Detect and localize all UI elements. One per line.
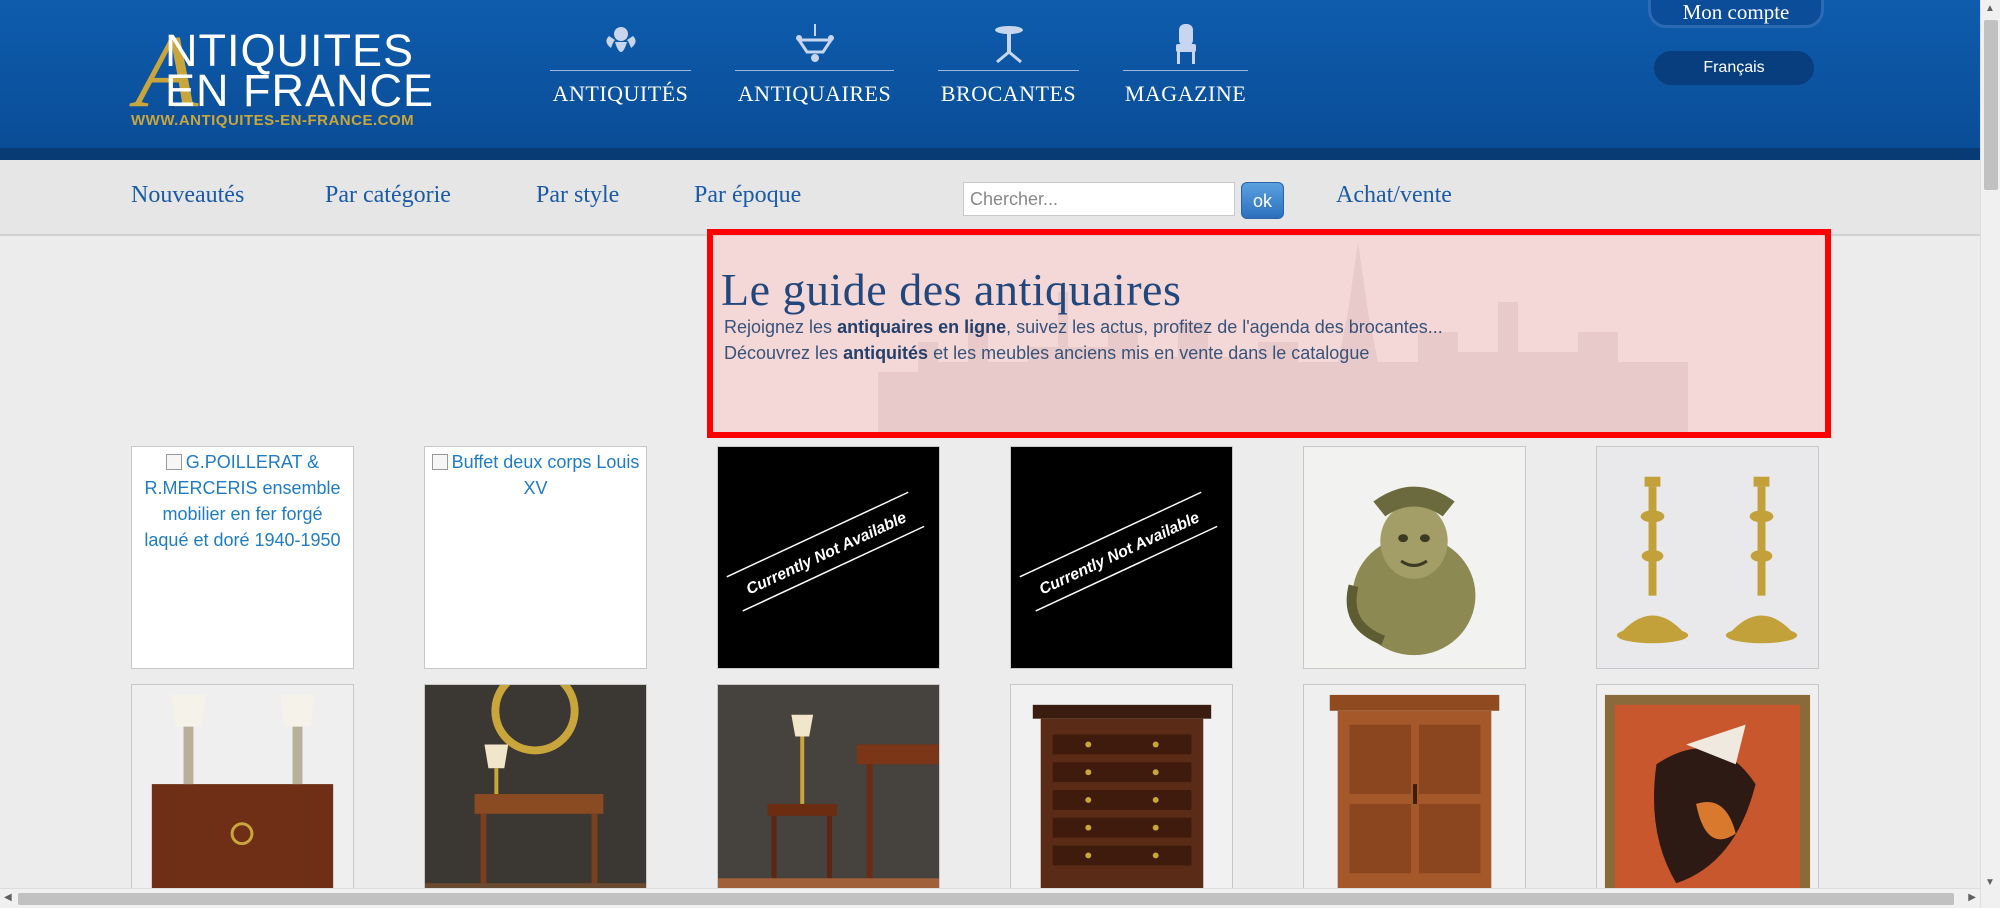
- account-button[interactable]: Mon compte: [1648, 0, 1824, 28]
- nav-rule: [550, 70, 691, 71]
- product-photo-chest-of-drawers: [1032, 704, 1212, 903]
- scroll-up-arrow-icon[interactable]: ▲: [1985, 3, 1995, 14]
- product-image-broken: Buffet deux corps Louis XV: [425, 447, 646, 503]
- subnav-par-epoque[interactable]: Par époque: [694, 182, 801, 209]
- nav-rule: [938, 70, 1079, 71]
- product-card[interactable]: [424, 684, 647, 907]
- unavailable-image: Currently Not Available: [1019, 491, 1218, 612]
- subnav-nouveautes[interactable]: Nouveautés: [131, 182, 244, 209]
- product-card[interactable]: Buffet deux corps Louis XV: [424, 446, 647, 669]
- product-photo-desk-and-table: [718, 714, 939, 906]
- armchair-icon: [1123, 22, 1248, 66]
- subnav-achat-vente[interactable]: Achat/vente: [1336, 182, 1452, 209]
- nav-label: ANTIQUAIRES: [737, 81, 892, 106]
- chandelier-icon: [735, 22, 894, 66]
- guide-text-1: Rejoignez les antiquaires en ligne, suiv…: [724, 317, 1443, 337]
- svg-text:Currently Not Available: Currently Not Available: [1037, 509, 1203, 598]
- subnav-par-categorie[interactable]: Par catégorie: [325, 182, 451, 209]
- vertical-scroll-thumb[interactable]: [1984, 20, 1998, 190]
- scroll-down-arrow-icon[interactable]: ▼: [1985, 877, 1995, 888]
- nav-rule: [735, 70, 894, 71]
- search-button[interactable]: ok: [1241, 182, 1284, 219]
- nav-label: ANTIQUITÉS: [552, 81, 689, 106]
- broken-image-icon: [431, 454, 448, 470]
- nav-rule: [1123, 70, 1248, 71]
- sub-nav: Nouveautés Par catégorie Par style Par é…: [0, 160, 1980, 236]
- gueridon-table-icon: [938, 22, 1079, 66]
- cherub-icon: [550, 22, 691, 66]
- vertical-scrollbar[interactable]: ▲ ▼: [1980, 0, 2000, 908]
- nav-label: MAGAZINE: [1124, 81, 1247, 106]
- search-input[interactable]: Chercher...: [963, 182, 1235, 216]
- product-photo-candlesticks: [1616, 476, 1798, 644]
- product-card[interactable]: [1303, 446, 1526, 669]
- nav-label: BROCANTES: [940, 81, 1077, 106]
- nav-magazine[interactable]: MAGAZINE: [1123, 22, 1248, 107]
- product-photo-wooden-cabinet: [1329, 694, 1500, 906]
- language-selector[interactable]: Français: [1654, 51, 1814, 85]
- main-nav: ANTIQUITÉS ANTIQUAIRES BROCANTES MAGAZIN…: [550, 22, 1292, 107]
- guide-text-2: Découvrez les antiquités et les meubles …: [724, 343, 1370, 363]
- product-card[interactable]: [717, 684, 940, 907]
- product-card[interactable]: [1596, 446, 1819, 669]
- guide-title: Le guide des antiquaires: [721, 264, 1182, 315]
- product-image-broken: G.POILLERAT & R.MERCERIS ensemble mobili…: [144, 452, 341, 550]
- broken-image-icon: [165, 454, 182, 470]
- nav-brocantes[interactable]: BROCANTES: [938, 22, 1079, 107]
- scroll-left-arrow-icon[interactable]: ◀: [4, 892, 12, 903]
- logo-line-2: EN FRANCE: [165, 65, 435, 116]
- product-card[interactable]: Currently Not Available: [1010, 446, 1233, 669]
- scroll-right-arrow-icon[interactable]: ▶: [1968, 892, 1976, 903]
- product-card[interactable]: [1596, 684, 1819, 907]
- guide-banner: Le guide des antiquaires Rejoignez les a…: [707, 229, 1831, 438]
- nav-antiquaires[interactable]: ANTIQUAIRES: [735, 22, 894, 107]
- product-photo-jug: [1346, 486, 1476, 656]
- site-logo[interactable]: A NTIQUITES EN FRANCE WWW.ANTIQUITES-EN-…: [131, 20, 441, 130]
- product-photo-sideboard: [151, 694, 334, 894]
- horizontal-scrollbar[interactable]: ◀ ▶: [0, 888, 1980, 908]
- unavailable-image: Currently Not Available: [726, 491, 925, 612]
- horizontal-scroll-thumb[interactable]: [18, 893, 1954, 905]
- site-header: A NTIQUITES EN FRANCE WWW.ANTIQUITES-EN-…: [0, 0, 1980, 160]
- product-card[interactable]: [131, 684, 354, 907]
- product-photo-writing-desk: [425, 685, 646, 906]
- antiquaires-en-ligne-link[interactable]: antiquaires en ligne: [837, 317, 1006, 337]
- product-card[interactable]: G.POILLERAT & R.MERCERIS ensemble mobili…: [131, 446, 354, 669]
- svg-text:Currently Not Available: Currently Not Available: [744, 509, 910, 598]
- product-photo-framed-painting: [1604, 694, 1811, 906]
- nav-antiquites[interactable]: ANTIQUITÉS: [550, 22, 691, 107]
- product-card[interactable]: Currently Not Available: [717, 446, 940, 669]
- product-card[interactable]: [1010, 684, 1233, 907]
- product-card[interactable]: [1303, 684, 1526, 907]
- logo-url: WWW.ANTIQUITES-EN-FRANCE.COM: [131, 112, 415, 129]
- antiquites-link[interactable]: antiquités: [843, 343, 928, 363]
- subnav-par-style[interactable]: Par style: [536, 182, 619, 209]
